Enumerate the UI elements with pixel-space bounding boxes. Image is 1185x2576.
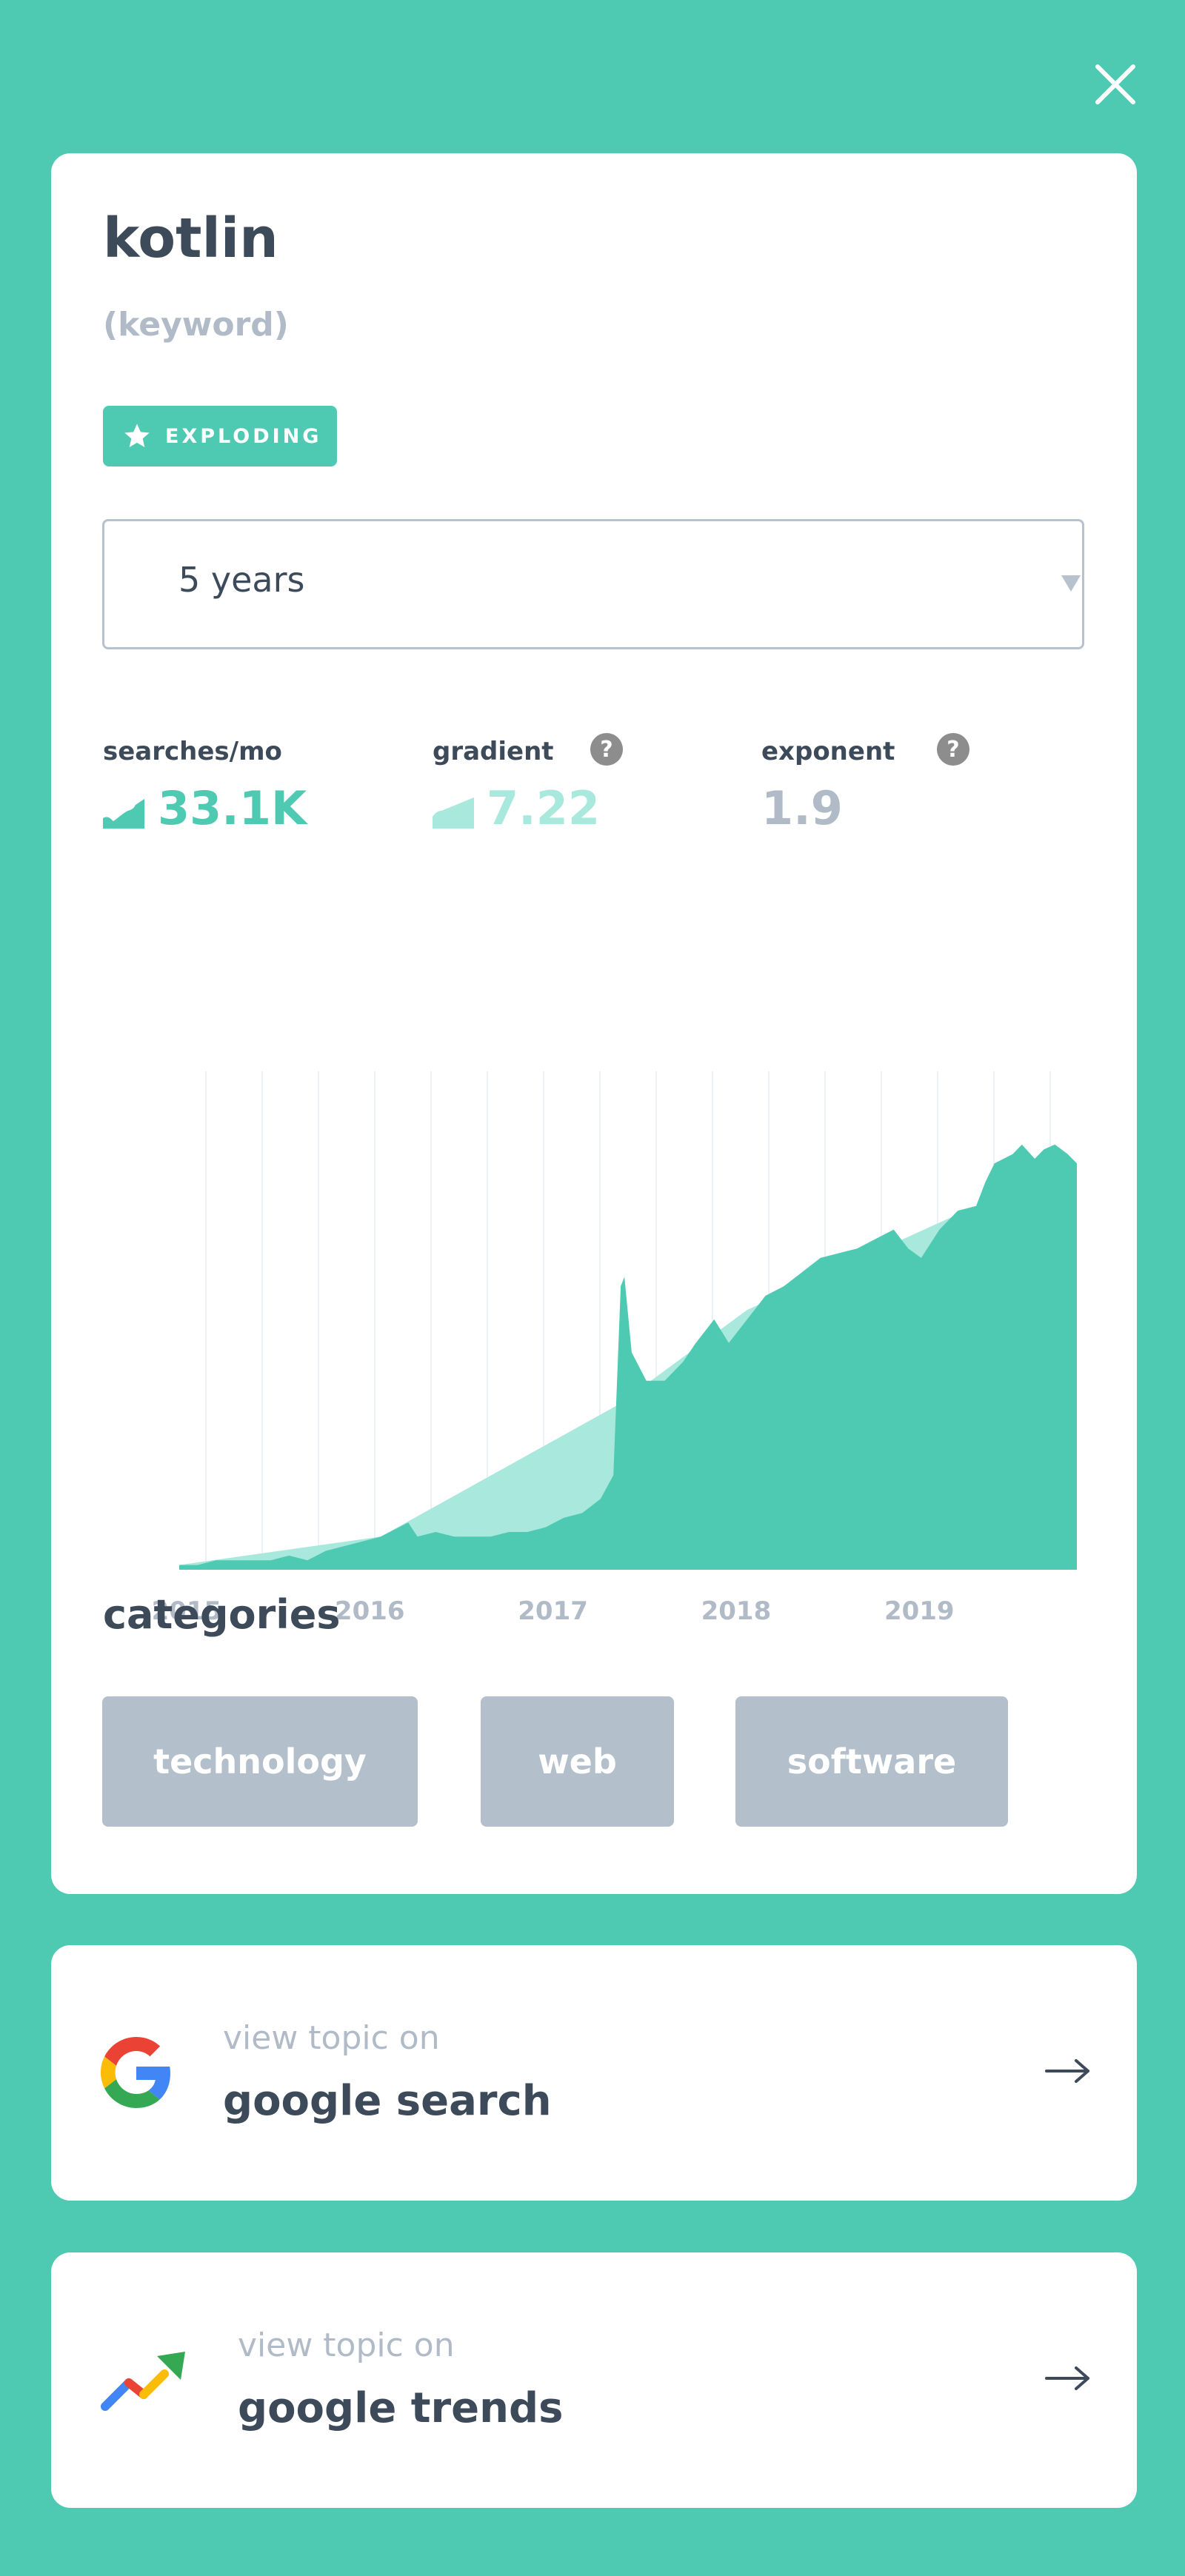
exponent-label: exponent [761,737,895,766]
gradient-value: 7.22 [487,781,600,835]
close-icon [1095,64,1135,104]
status-badge-label: EXPLODING [165,424,322,448]
star-icon [124,424,150,447]
google-search-link-pre: view topic on [223,2019,440,2057]
svg-text:?: ? [600,737,612,763]
growth-chart-icon [103,799,144,829]
chart-x-tick-label: 2016 [335,1596,405,1626]
search-volume-chart: 2015 2016 2017 2018 2019 [152,1071,1077,1626]
categories-heading: categories [103,1591,341,1638]
timeframe-select[interactable]: 5 years [102,519,1084,649]
timeframe-select-value: 5 years [178,560,305,600]
topic-type-label: (keyword) [103,306,289,344]
arrow-right-icon [1045,2366,1089,2390]
chart-x-tick-label: 2018 [701,1596,772,1626]
google-trends-link[interactable]: view topic on google trends [51,2252,1137,2508]
google-search-link-label: google search [223,2077,552,2125]
gradient-help-icon[interactable]: ? [590,732,624,766]
searches-label: searches/mo [103,737,282,766]
exponent-help-icon[interactable]: ? [936,732,970,766]
google-search-link[interactable]: view topic on google search [51,1945,1137,2201]
searches-value: 33.1K [158,781,307,835]
google-trends-logo [101,2352,185,2411]
chart-area-search-volume [179,1144,1077,1570]
category-chip-software[interactable]: software [735,1696,1008,1827]
chart-x-tick-label: 2017 [518,1596,588,1626]
caret-down-icon [1061,575,1081,592]
google-g-logo [101,2037,170,2108]
gradient-wedge-icon [433,797,474,829]
topic-card: kotlin (keyword) EXPLODING 5 years searc… [51,153,1137,1894]
category-chip-technology[interactable]: technology [102,1696,418,1827]
gradient-label: gradient [433,737,554,766]
status-badge: EXPLODING [103,406,337,466]
exponent-value: 1.9 [761,781,843,835]
svg-text:?: ? [947,737,959,763]
google-trends-link-pre: view topic on [238,2326,455,2364]
close-button[interactable] [1087,56,1144,113]
category-chip-web[interactable]: web [481,1696,674,1827]
arrow-right-icon [1045,2059,1089,2083]
google-trends-link-label: google trends [238,2384,564,2432]
chart-x-tick-label: 2019 [884,1596,955,1626]
topic-title: kotlin [103,207,278,270]
